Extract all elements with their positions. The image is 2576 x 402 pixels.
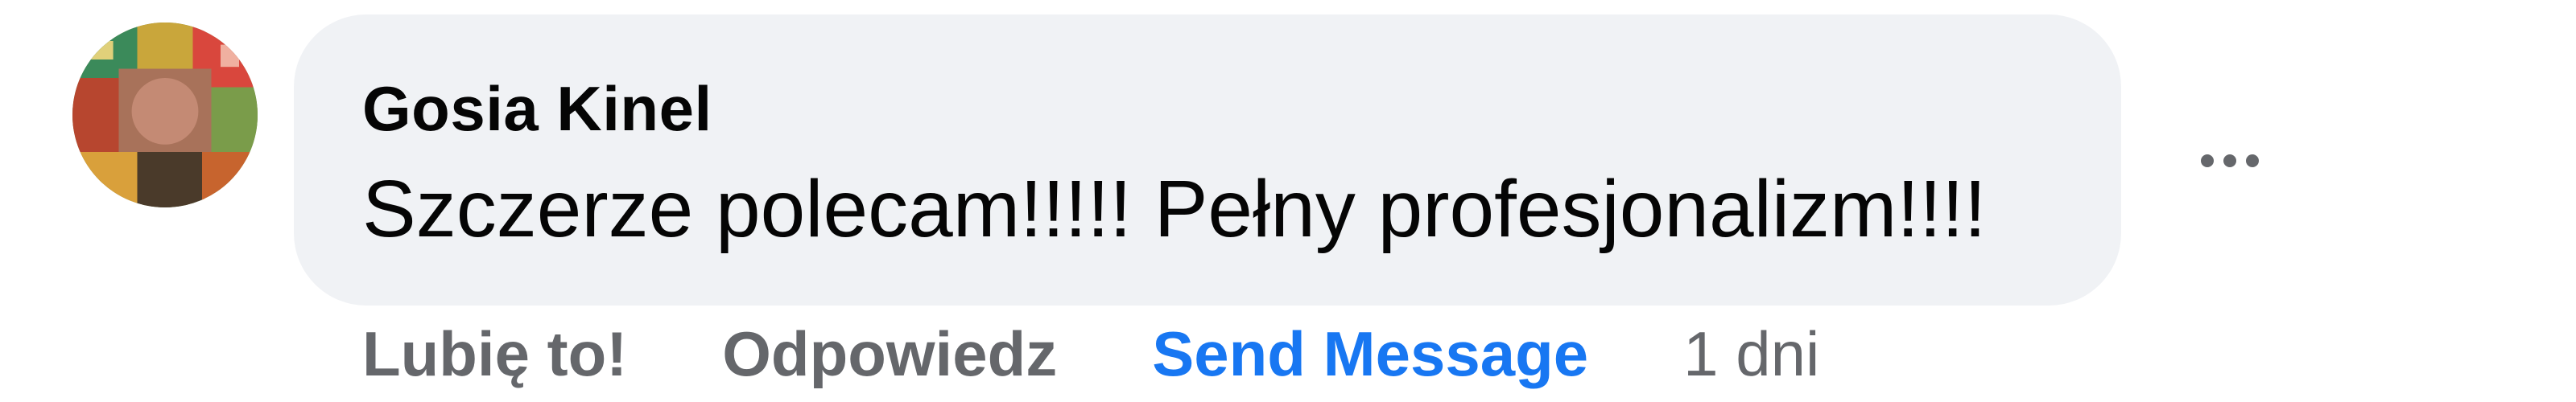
like-button[interactable]: Lubię to! [362,318,627,391]
avatar[interactable] [72,23,258,207]
comment-bubble: Gosia Kinel Szczerze polecam!!!!! Pełny … [294,14,2121,306]
comment-timestamp[interactable]: 1 dni [1683,318,1819,391]
comment-text: Szczerze polecam!!!!! Pełny profesjonali… [362,164,1987,254]
send-message-button[interactable]: Send Message [1152,318,1588,391]
more-dot [2201,154,2214,167]
comment-author[interactable]: Gosia Kinel [362,72,712,146]
more-dot [2223,154,2236,167]
comment: Gosia Kinel Szczerze polecam!!!!! Pełny … [0,0,2576,402]
reply-button[interactable]: Odpowiedz [722,318,1057,391]
more-dot [2246,154,2259,167]
comment-actions: Lubię to! Odpowiedz Send Message 1 dni [362,318,1819,390]
ellipsis-icon[interactable] [2174,113,2286,209]
